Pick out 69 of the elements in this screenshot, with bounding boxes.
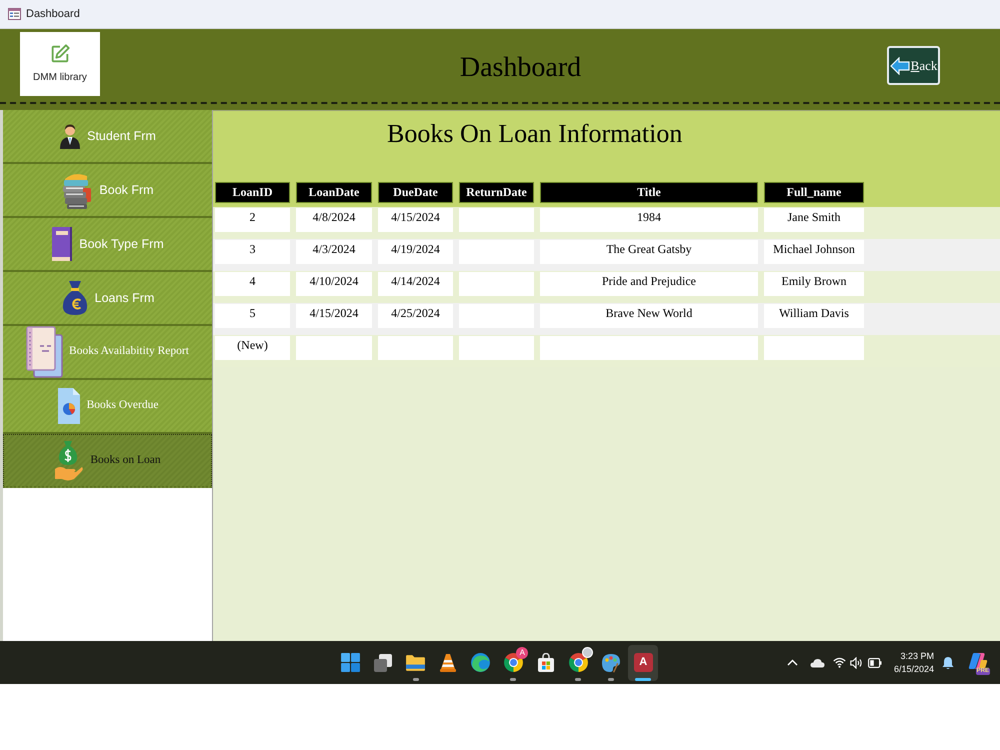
table-cell: Michael Johnson	[764, 240, 864, 264]
sidebar-item[interactable]: Book Type Frm	[3, 218, 212, 272]
table-cell: 2	[215, 208, 290, 232]
four-squares-icon	[340, 652, 362, 673]
shopping-bag-icon	[536, 652, 556, 672]
sidebar-item[interactable]: Books Availabitity Report	[3, 326, 212, 380]
folder-icon	[405, 653, 426, 672]
person-in-suit-icon	[59, 123, 82, 149]
table-cell: 4/14/2024	[378, 272, 453, 296]
table-cell: (New)	[215, 336, 290, 360]
table-cell: 4/15/2024	[296, 304, 372, 328]
column-header: ReturnDate	[459, 182, 534, 203]
chevron-up-icon[interactable]	[786, 659, 798, 666]
swirl-circle-icon	[470, 652, 492, 673]
sidebar-item[interactable]: Loans Frm	[3, 272, 212, 326]
notebooks-icon	[26, 326, 64, 378]
letter-logo: A	[634, 653, 653, 672]
money-bag-icon	[60, 280, 89, 316]
bell-icon[interactable]	[942, 656, 954, 670]
table-cell: Pride and Prejudice	[540, 272, 758, 296]
battery-icon[interactable]	[868, 658, 882, 668]
table-cell: 5	[215, 304, 290, 328]
palette-icon	[600, 652, 621, 672]
form-icon	[8, 8, 21, 20]
sidebar-item[interactable]: Books Overdue	[3, 380, 212, 434]
traffic-cone-icon	[439, 652, 458, 672]
window-title: Dashboard	[26, 6, 80, 22]
page-title: Dashboard	[460, 51, 582, 85]
pencil-square-icon	[49, 43, 71, 65]
cloud-icon[interactable]	[810, 658, 825, 668]
table-cell: 3	[215, 240, 290, 264]
back-button[interactable]: Back	[887, 46, 940, 85]
swirl-logo-icon	[968, 652, 988, 670]
sidebar-item[interactable]: Student Frm	[3, 110, 212, 164]
taskbar-app-button[interactable]: A	[498, 644, 528, 680]
sidebar-item[interactable]: Book Frm	[3, 164, 212, 218]
table-cell: 4/3/2024	[296, 240, 372, 264]
table-cell: 4/8/2024	[296, 208, 372, 232]
table-cell: 4/25/2024	[378, 304, 453, 328]
tricolor-circle-icon	[568, 652, 589, 673]
section-title: Books On Loan Information	[387, 119, 682, 148]
book-icon	[51, 226, 74, 262]
column-header: DueDate	[378, 182, 453, 203]
column-header: Full_name	[764, 182, 864, 203]
column-header: LoanDate	[296, 182, 372, 203]
table-cell: 4/15/2024	[378, 208, 453, 232]
logo-text: DMM library	[33, 71, 87, 85]
pie-chart-document-icon	[56, 387, 81, 425]
table-cell: Emily Brown	[764, 272, 864, 296]
taskbar-app-button[interactable]: A	[628, 644, 658, 680]
arrow-left-icon	[890, 56, 910, 74]
table-cell: Brave New World	[540, 304, 758, 328]
speaker-icon[interactable]	[850, 656, 864, 668]
clock-button[interactable]: 3:23 PM 6/15/2024	[894, 650, 934, 676]
sidebar-item[interactable]: Books on Loan	[3, 434, 212, 488]
table-cell: 4/10/2024	[296, 272, 372, 296]
table-cell: 4/19/2024	[378, 240, 453, 264]
table-cell: Jane Smith	[764, 208, 864, 232]
wifi-icon[interactable]	[832, 657, 846, 668]
profile-badge: A	[516, 646, 528, 658]
table-cell: 1984	[540, 208, 758, 232]
avatar-icon	[582, 647, 593, 658]
overlapping-windows-icon	[373, 652, 394, 672]
column-header: Title	[540, 182, 758, 203]
column-header: LoanID	[215, 182, 290, 203]
table-cell: 4	[215, 272, 290, 296]
table-cell: William Davis	[764, 304, 864, 328]
hand-money-bag-icon	[54, 438, 84, 482]
table-cell: The Great Gatsby	[540, 240, 758, 264]
